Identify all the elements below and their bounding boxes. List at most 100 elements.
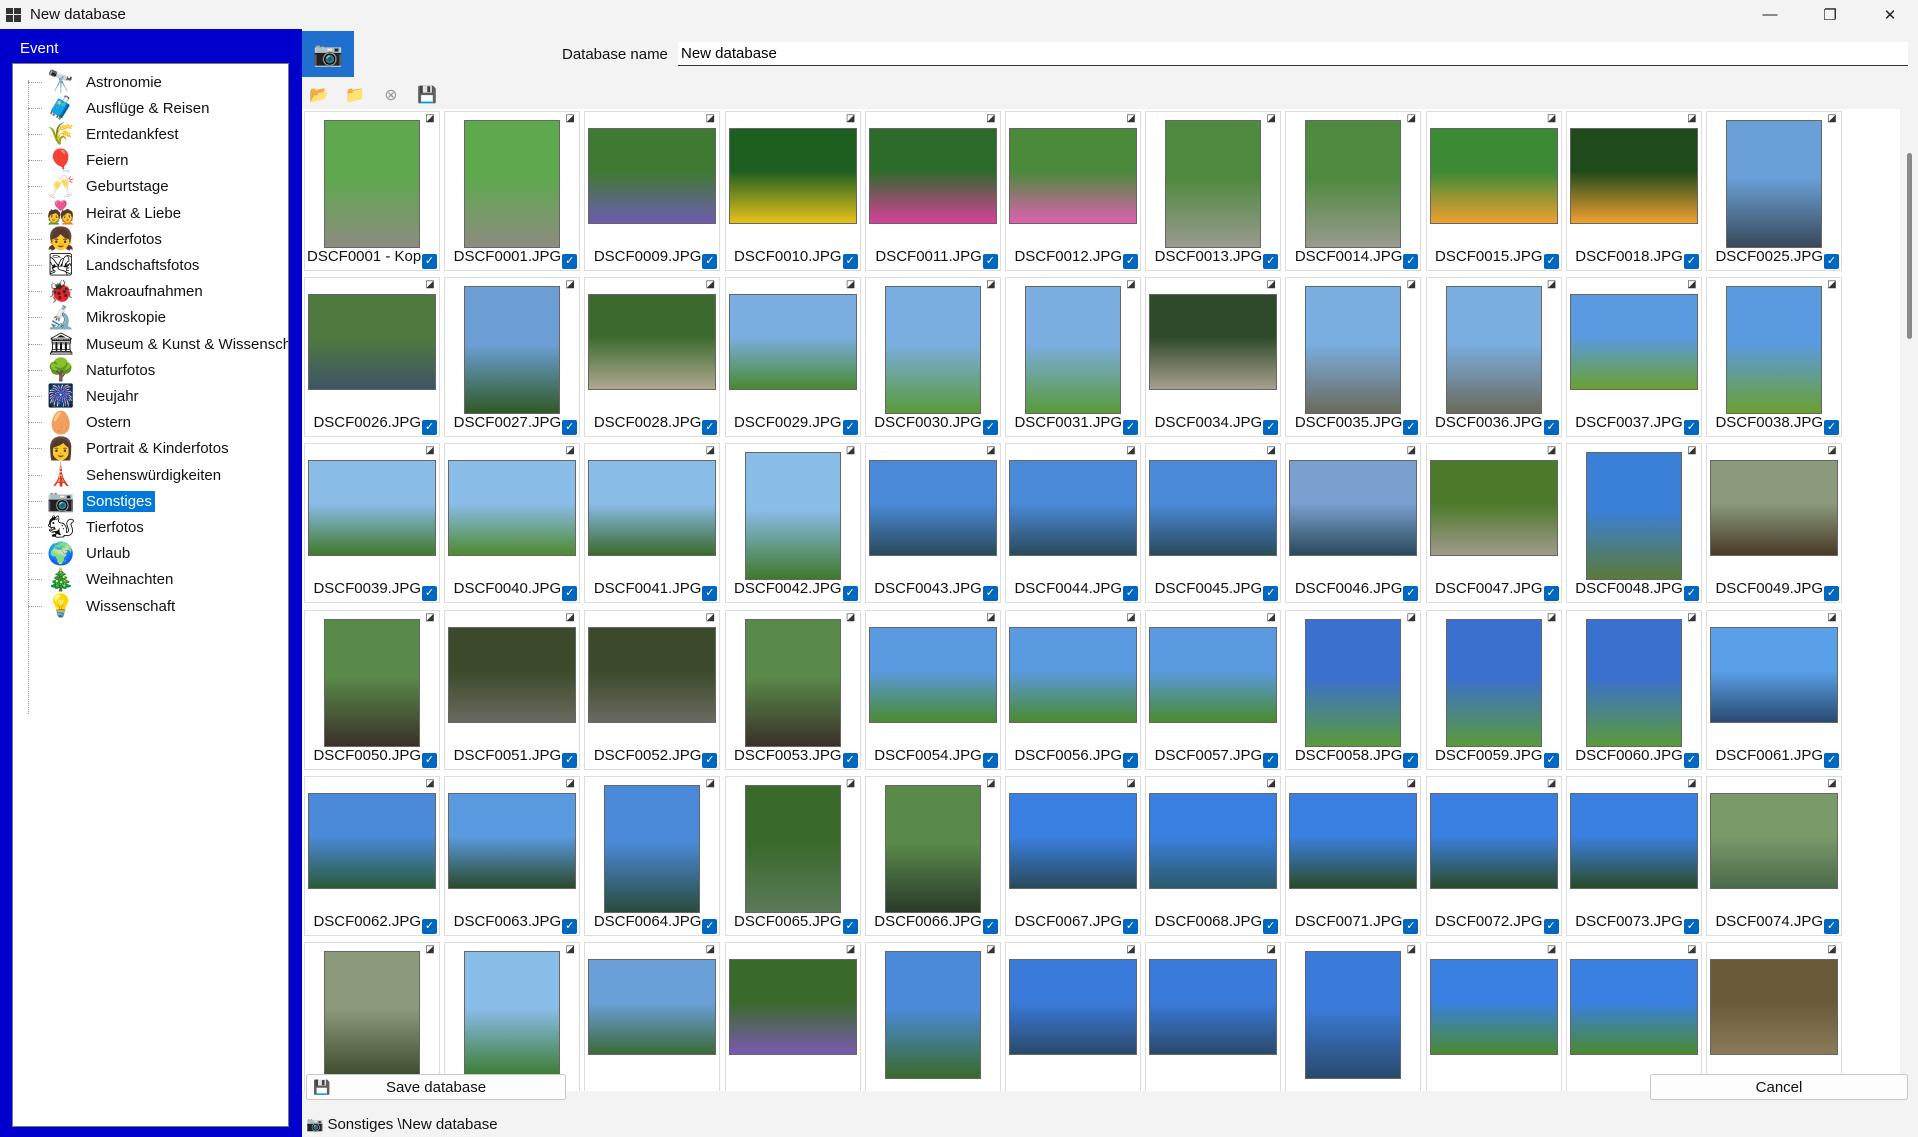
photo-thumbnail[interactable]: ◪ DSCF0053.JPG ✓ (724, 609, 861, 770)
remove-button[interactable]: ⊗ (378, 83, 404, 107)
photo-checkbox[interactable]: ✓ (1123, 752, 1138, 768)
photo-thumbnail[interactable]: ◪ DSCF0025.JPG ✓ (1706, 111, 1842, 271)
photo-thumbnail[interactable]: ◪ DSCF0042.JPG ✓ (724, 443, 861, 604)
photo-thumbnail[interactable]: ◪ DSCF0062.JPG ✓ (304, 775, 440, 936)
photo-thumbnail[interactable]: ◪ (444, 942, 581, 1091)
photo-thumbnail[interactable]: ◪ DSCF0047.JPG ✓ (1425, 443, 1562, 604)
photo-thumbnail[interactable]: ◪ DSCF0041.JPG ✓ (584, 443, 721, 604)
photo-checkbox[interactable]: ✓ (1543, 586, 1559, 602)
photo-thumbnail[interactable]: ◪ DSCF0028.JPG ✓ (584, 277, 721, 438)
photo-checkbox[interactable]: ✓ (1683, 254, 1699, 269)
photo-thumbnail[interactable]: ◪ DSCF0060.JPG ✓ (1565, 609, 1702, 770)
photo-checkbox[interactable]: ✓ (1263, 918, 1279, 934)
photo-checkbox[interactable]: ✓ (1263, 420, 1279, 436)
photo-checkbox[interactable]: ✓ (422, 586, 437, 602)
photo-checkbox[interactable]: ✓ (562, 918, 578, 934)
photo-checkbox[interactable]: ✓ (1403, 752, 1419, 768)
photo-thumbnail[interactable]: ◪ DSCF0056.JPG ✓ (1005, 609, 1141, 770)
photo-checkbox[interactable]: ✓ (1683, 586, 1699, 602)
photo-checkbox[interactable]: ✓ (1683, 420, 1699, 436)
photo-checkbox[interactable]: ✓ (1824, 254, 1839, 269)
photo-checkbox[interactable]: ✓ (1683, 752, 1699, 768)
photo-thumbnail[interactable]: ◪ DSCF0043.JPG ✓ (864, 443, 1001, 604)
photo-checkbox[interactable]: ✓ (1263, 752, 1279, 768)
photo-thumbnail[interactable]: ◪ DSCF0018.JPG ✓ (1565, 111, 1702, 271)
close-button[interactable]: ✕ (1862, 0, 1918, 29)
photo-thumbnail[interactable]: ◪ DSCF0068.JPG ✓ (1145, 775, 1282, 936)
event-tree[interactable]: 🔭 Astronomie 🧳 Ausflüge & Reisen 🌾 Erntedankf… (12, 63, 289, 1127)
minimize-button[interactable]: — (1742, 0, 1798, 29)
photo-checkbox[interactable]: ✓ (1824, 752, 1839, 768)
photo-checkbox[interactable]: ✓ (422, 420, 437, 436)
photo-thumbnail[interactable]: ◪ DSCF0061.JPG ✓ (1706, 609, 1842, 770)
photo-thumbnail[interactable]: ◪ DSCF0027.JPG ✓ (444, 277, 581, 438)
photo-checkbox[interactable]: ✓ (1263, 586, 1279, 602)
photo-thumbnail[interactable]: ◪ DSCF0054.JPG ✓ (864, 609, 1001, 770)
photo-checkbox[interactable]: ✓ (1263, 254, 1279, 269)
photo-checkbox[interactable]: ✓ (1824, 420, 1839, 436)
photo-thumbnail[interactable]: ◪ DSCF0066.JPG ✓ (864, 775, 1001, 936)
photo-checkbox[interactable]: ✓ (1403, 420, 1419, 436)
photo-thumbnail[interactable]: ◪ DSCF0037.JPG ✓ (1565, 277, 1702, 438)
photo-checkbox[interactable]: ✓ (702, 254, 718, 269)
vertical-scrollbar[interactable] (1900, 109, 1918, 1091)
photo-thumbnail[interactable]: ◪ DSCF0029.JPG ✓ (724, 277, 861, 438)
photo-checkbox[interactable]: ✓ (422, 254, 437, 269)
photo-thumbnail[interactable]: ◪ DSCF0050.JPG ✓ (304, 609, 440, 770)
photo-checkbox[interactable]: ✓ (1123, 420, 1138, 436)
photo-checkbox[interactable]: ✓ (1824, 918, 1839, 934)
photo-checkbox[interactable]: ✓ (562, 752, 578, 768)
maximize-button[interactable]: ❐ (1802, 0, 1858, 29)
photo-thumbnail[interactable]: ◪ DSCF0013.JPG ✓ (1145, 111, 1282, 271)
photo-thumbnail[interactable]: ◪ DSCF0048.JPG ✓ (1565, 443, 1702, 604)
photo-thumbnail[interactable]: ◪ DSCF0040.JPG ✓ (444, 443, 581, 604)
photo-thumbnail[interactable]: ◪ DSCF0045.JPG ✓ (1145, 443, 1282, 604)
photo-thumbnail[interactable]: ◪ DSCF0014.JPG ✓ (1285, 111, 1422, 271)
database-camera-icon[interactable]: 📷 (302, 31, 354, 77)
photo-checkbox[interactable]: ✓ (1543, 420, 1559, 436)
photo-thumbnail[interactable]: ◪ (1565, 942, 1702, 1091)
photo-thumbnail[interactable]: ◪ DSCF0057.JPG ✓ (1145, 609, 1282, 770)
photo-thumbnail[interactable]: ◪ (584, 942, 721, 1091)
photo-thumbnail[interactable]: ◪ DSCF0012.JPG ✓ (1005, 111, 1141, 271)
photo-grid[interactable]: ◪ DSCF0001 - Kop ✓ ◪ DSCF0001.JPG ✓ ◪ DSCF0009.… (302, 109, 1900, 1091)
save-database-button[interactable]: 💾 Save database (306, 1074, 566, 1100)
photo-thumbnail[interactable]: ◪ DSCF0074.JPG ✓ (1706, 775, 1842, 936)
photo-thumbnail[interactable]: ◪ (864, 942, 1001, 1091)
add-folder-button[interactable]: 📁 (342, 83, 368, 107)
photo-checkbox[interactable]: ✓ (842, 586, 858, 602)
photo-checkbox[interactable]: ✓ (982, 586, 998, 602)
photo-checkbox[interactable]: ✓ (702, 586, 718, 602)
photo-checkbox[interactable]: ✓ (1403, 586, 1419, 602)
photo-thumbnail[interactable]: ◪ DSCF0038.JPG ✓ (1706, 277, 1842, 438)
photo-thumbnail[interactable]: ◪ DSCF0051.JPG ✓ (444, 609, 581, 770)
photo-thumbnail[interactable]: ◪ DSCF0011.JPG ✓ (864, 111, 1001, 271)
photo-thumbnail[interactable]: ◪ DSCF0072.JPG ✓ (1425, 775, 1562, 936)
photo-checkbox[interactable]: ✓ (562, 586, 578, 602)
photo-thumbnail[interactable]: ◪ DSCF0064.JPG ✓ (584, 775, 721, 936)
photo-thumbnail[interactable]: ◪ (1005, 942, 1141, 1091)
scrollbar-thumb[interactable] (1907, 153, 1912, 339)
photo-thumbnail[interactable]: ◪ (1706, 942, 1842, 1091)
photo-checkbox[interactable]: ✓ (1123, 586, 1138, 602)
photo-thumbnail[interactable]: ◪ DSCF0026.JPG ✓ (304, 277, 440, 438)
photo-checkbox[interactable]: ✓ (1123, 918, 1138, 934)
photo-thumbnail[interactable]: ◪ DSCF0049.JPG ✓ (1706, 443, 1842, 604)
photo-checkbox[interactable]: ✓ (982, 752, 998, 768)
photo-checkbox[interactable]: ✓ (1543, 918, 1559, 934)
photo-thumbnail[interactable]: ◪ DSCF0034.JPG ✓ (1145, 277, 1282, 438)
photo-checkbox[interactable]: ✓ (1123, 254, 1138, 269)
photo-thumbnail[interactable]: ◪ DSCF0044.JPG ✓ (1005, 443, 1141, 604)
save-icon-button[interactable]: 💾 (414, 83, 440, 107)
photo-thumbnail[interactable]: ◪ (1425, 942, 1562, 1091)
photo-checkbox[interactable]: ✓ (1403, 254, 1419, 269)
photo-checkbox[interactable]: ✓ (982, 918, 998, 934)
tree-item[interactable]: 💡 Wissenschaft (28, 590, 178, 622)
photo-thumbnail[interactable]: ◪ DSCF0059.JPG ✓ (1425, 609, 1562, 770)
photo-thumbnail[interactable]: ◪ (304, 942, 440, 1091)
photo-checkbox[interactable]: ✓ (1683, 918, 1699, 934)
photo-checkbox[interactable]: ✓ (422, 752, 437, 768)
database-name-input[interactable] (678, 42, 1908, 66)
photo-thumbnail[interactable]: ◪ DSCF0036.JPG ✓ (1425, 277, 1562, 438)
photo-checkbox[interactable]: ✓ (1403, 918, 1419, 934)
